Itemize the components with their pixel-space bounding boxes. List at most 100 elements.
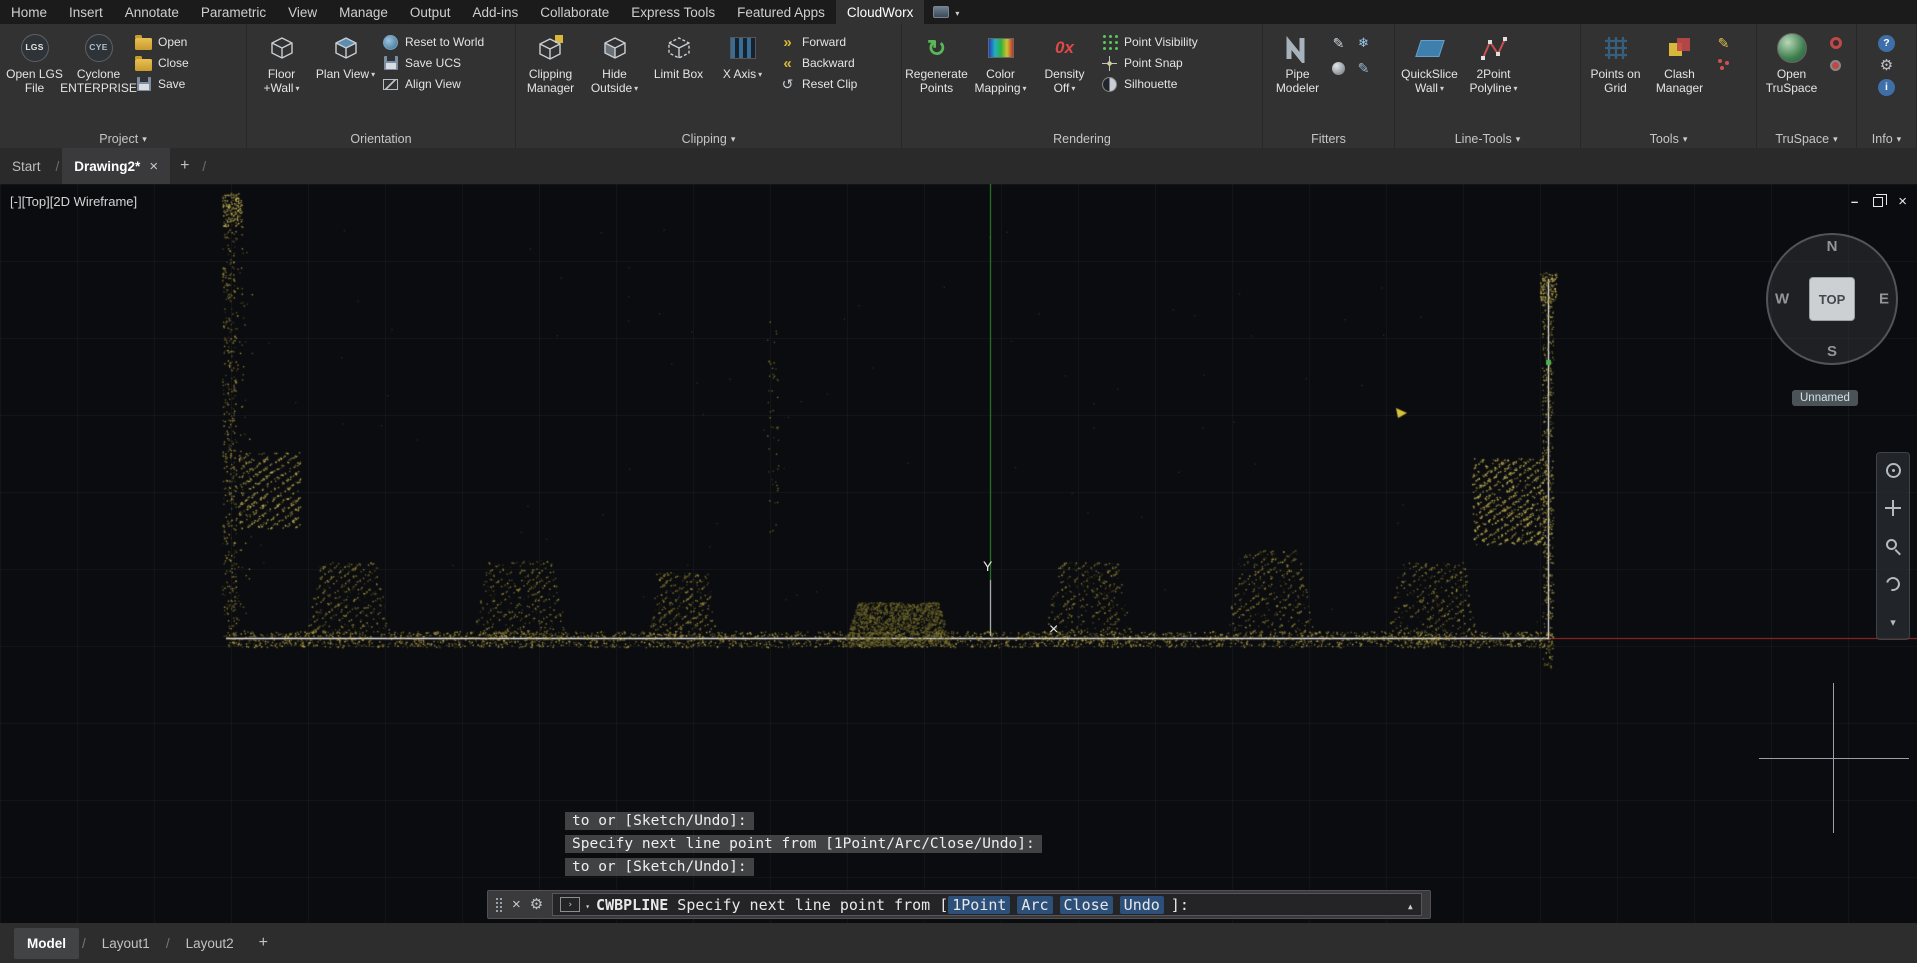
- fit-pencil-button[interactable]: [1330, 35, 1347, 51]
- ribbon-tab-insert[interactable]: Insert: [58, 0, 114, 24]
- ribbon-tab-collaborate[interactable]: Collaborate: [529, 0, 620, 24]
- command-option-close[interactable]: Close: [1060, 896, 1113, 914]
- crosshair-vertical: [1833, 683, 1834, 833]
- file-tab-drawing2[interactable]: Drawing2*: [62, 148, 170, 184]
- tab-model[interactable]: Model: [14, 928, 79, 959]
- plan-view-button[interactable]: Plan View: [314, 27, 377, 127]
- limit-box-button[interactable]: Limit Box: [647, 27, 710, 127]
- viewcube-south[interactable]: S: [1827, 343, 1837, 360]
- backward-button[interactable]: Backward: [779, 55, 857, 71]
- zoom-button[interactable]: [1881, 534, 1905, 558]
- quickslice-wall-button[interactable]: QuickSlice Wall: [1398, 27, 1461, 127]
- restore-icon[interactable]: [1873, 197, 1883, 207]
- pipe-modeler-button[interactable]: Pipe Modeler: [1266, 27, 1329, 127]
- settings-button[interactable]: [1878, 57, 1895, 73]
- viewport-view-control[interactable]: [Top]: [22, 194, 50, 209]
- two-point-polyline-button[interactable]: 2Point Polyline: [1462, 27, 1525, 127]
- ribbon-tab-view[interactable]: View: [277, 0, 328, 24]
- about-button[interactable]: i: [1878, 79, 1895, 95]
- viewcube[interactable]: N W S E TOP: [1766, 233, 1898, 365]
- truspace-dot-button[interactable]: [1827, 57, 1844, 73]
- panel-label-info[interactable]: Info: [1857, 129, 1916, 148]
- density-off-button[interactable]: 0x Density Off: [1033, 27, 1096, 127]
- ribbon-panel-info: ? i Info: [1857, 24, 1917, 148]
- forward-button[interactable]: Forward: [779, 34, 857, 50]
- orbit-button[interactable]: [1881, 572, 1905, 596]
- ribbon-tab-home[interactable]: Home: [0, 0, 58, 24]
- command-option-undo[interactable]: Undo: [1120, 896, 1164, 914]
- workspace-switcher-button[interactable]: [924, 0, 968, 24]
- viewcube-east[interactable]: E: [1879, 291, 1889, 308]
- ribbon-tab-addins[interactable]: Add-ins: [461, 0, 529, 24]
- tab-layout2[interactable]: Layout2: [173, 928, 247, 959]
- ribbon-tab-parametric[interactable]: Parametric: [190, 0, 277, 24]
- viewcube-north[interactable]: N: [1827, 238, 1838, 255]
- align-view-button[interactable]: Align View: [382, 76, 484, 92]
- panel-label-clipping[interactable]: Clipping: [516, 129, 901, 148]
- chevron-down-icon[interactable]: [583, 896, 590, 914]
- ribbon-tab-featured-apps[interactable]: Featured Apps: [726, 0, 836, 24]
- tools-points-button[interactable]: [1715, 57, 1732, 73]
- close-button[interactable]: Close: [135, 55, 189, 71]
- close-icon[interactable]: [1898, 193, 1907, 210]
- drawing-viewport[interactable]: [-] [Top] [2D Wireframe] N W S E TOP Unn…: [0, 184, 1917, 923]
- panel-label-tools[interactable]: Tools: [1581, 129, 1756, 148]
- panel-label-line-tools[interactable]: Line-Tools: [1395, 129, 1580, 148]
- truspace-ring-button[interactable]: [1827, 35, 1844, 51]
- silhouette-button[interactable]: Silhouette: [1101, 76, 1198, 92]
- command-option-arc[interactable]: Arc: [1017, 896, 1052, 914]
- fit-snowflake-button[interactable]: [1355, 35, 1372, 51]
- command-history-expand-icon[interactable]: [1407, 896, 1414, 914]
- point-visibility-button[interactable]: Point Visibility: [1101, 34, 1198, 50]
- new-drawing-button[interactable]: [170, 148, 199, 184]
- reset-to-world-button[interactable]: Reset to World: [382, 34, 484, 50]
- points-on-grid-button[interactable]: Points on Grid: [1584, 27, 1647, 127]
- new-layout-button[interactable]: [247, 934, 280, 952]
- point-snap-button[interactable]: Point Snap: [1101, 55, 1198, 71]
- fit-sphere-button[interactable]: [1330, 60, 1347, 76]
- floor-wall-button[interactable]: Floor +Wall: [250, 27, 313, 127]
- open-lgs-file-button[interactable]: LGS Open LGS File: [3, 27, 66, 127]
- save-button[interactable]: Save: [135, 76, 189, 92]
- ribbon-tab-manage[interactable]: Manage: [328, 0, 399, 24]
- viewcube-west[interactable]: W: [1775, 291, 1789, 308]
- open-truspace-button[interactable]: Open TruSpace: [1760, 27, 1823, 127]
- viewport-minimize-control[interactable]: [-]: [10, 194, 22, 209]
- command-option-1point[interactable]: 1Point: [948, 896, 1010, 914]
- ribbon-tab-annotate[interactable]: Annotate: [114, 0, 190, 24]
- color-mapping-button[interactable]: Color Mapping: [969, 27, 1032, 127]
- tools-pencil-button[interactable]: [1715, 35, 1732, 51]
- close-icon[interactable]: [512, 896, 521, 914]
- clash-manager-button[interactable]: Clash Manager: [1648, 27, 1711, 127]
- cyclone-enterprise-button[interactable]: CYE Cyclone ENTERPRISE: [67, 27, 130, 127]
- command-input[interactable]: CWBPLINE Specify next line point from [1…: [552, 893, 1422, 916]
- drag-handle-icon[interactable]: [496, 897, 503, 912]
- help-button[interactable]: ?: [1878, 35, 1895, 51]
- tab-layout1[interactable]: Layout1: [89, 928, 163, 959]
- minimize-icon[interactable]: [1851, 194, 1858, 209]
- file-tab-start[interactable]: Start: [0, 148, 53, 184]
- ribbon-tab-cloudworx[interactable]: CloudWorx: [836, 0, 925, 24]
- point-grid-icon: [1102, 34, 1118, 50]
- x-axis-button[interactable]: X Axis: [711, 27, 774, 127]
- open-button[interactable]: Open: [135, 34, 189, 50]
- wrench-icon[interactable]: [530, 895, 543, 914]
- ribbon-tab-output[interactable]: Output: [399, 0, 462, 24]
- panel-label-truspace[interactable]: TruSpace: [1757, 129, 1856, 148]
- recent-commands-icon[interactable]: [560, 897, 580, 912]
- hide-outside-button[interactable]: Hide Outside: [583, 27, 646, 127]
- viewcube-top-face[interactable]: TOP: [1809, 277, 1855, 321]
- ribbon-tab-express-tools[interactable]: Express Tools: [620, 0, 726, 24]
- clipping-manager-button[interactable]: Clipping Manager: [519, 27, 582, 127]
- reset-clip-button[interactable]: Reset Clip: [779, 76, 857, 92]
- panel-label-project[interactable]: Project: [0, 129, 246, 148]
- steering-wheel-button[interactable]: [1881, 458, 1905, 482]
- pan-button[interactable]: [1881, 496, 1905, 520]
- save-ucs-button[interactable]: Save UCS: [382, 55, 484, 71]
- viewport-visual-style-control[interactable]: [2D Wireframe]: [50, 194, 137, 209]
- forward-arrows-icon: [779, 34, 796, 50]
- navbar-more-button[interactable]: [1881, 610, 1905, 634]
- fit-pencil-cylinder-button[interactable]: [1355, 60, 1372, 76]
- regenerate-points-button[interactable]: Regenerate Points: [905, 27, 968, 127]
- close-icon[interactable]: [149, 158, 158, 175]
